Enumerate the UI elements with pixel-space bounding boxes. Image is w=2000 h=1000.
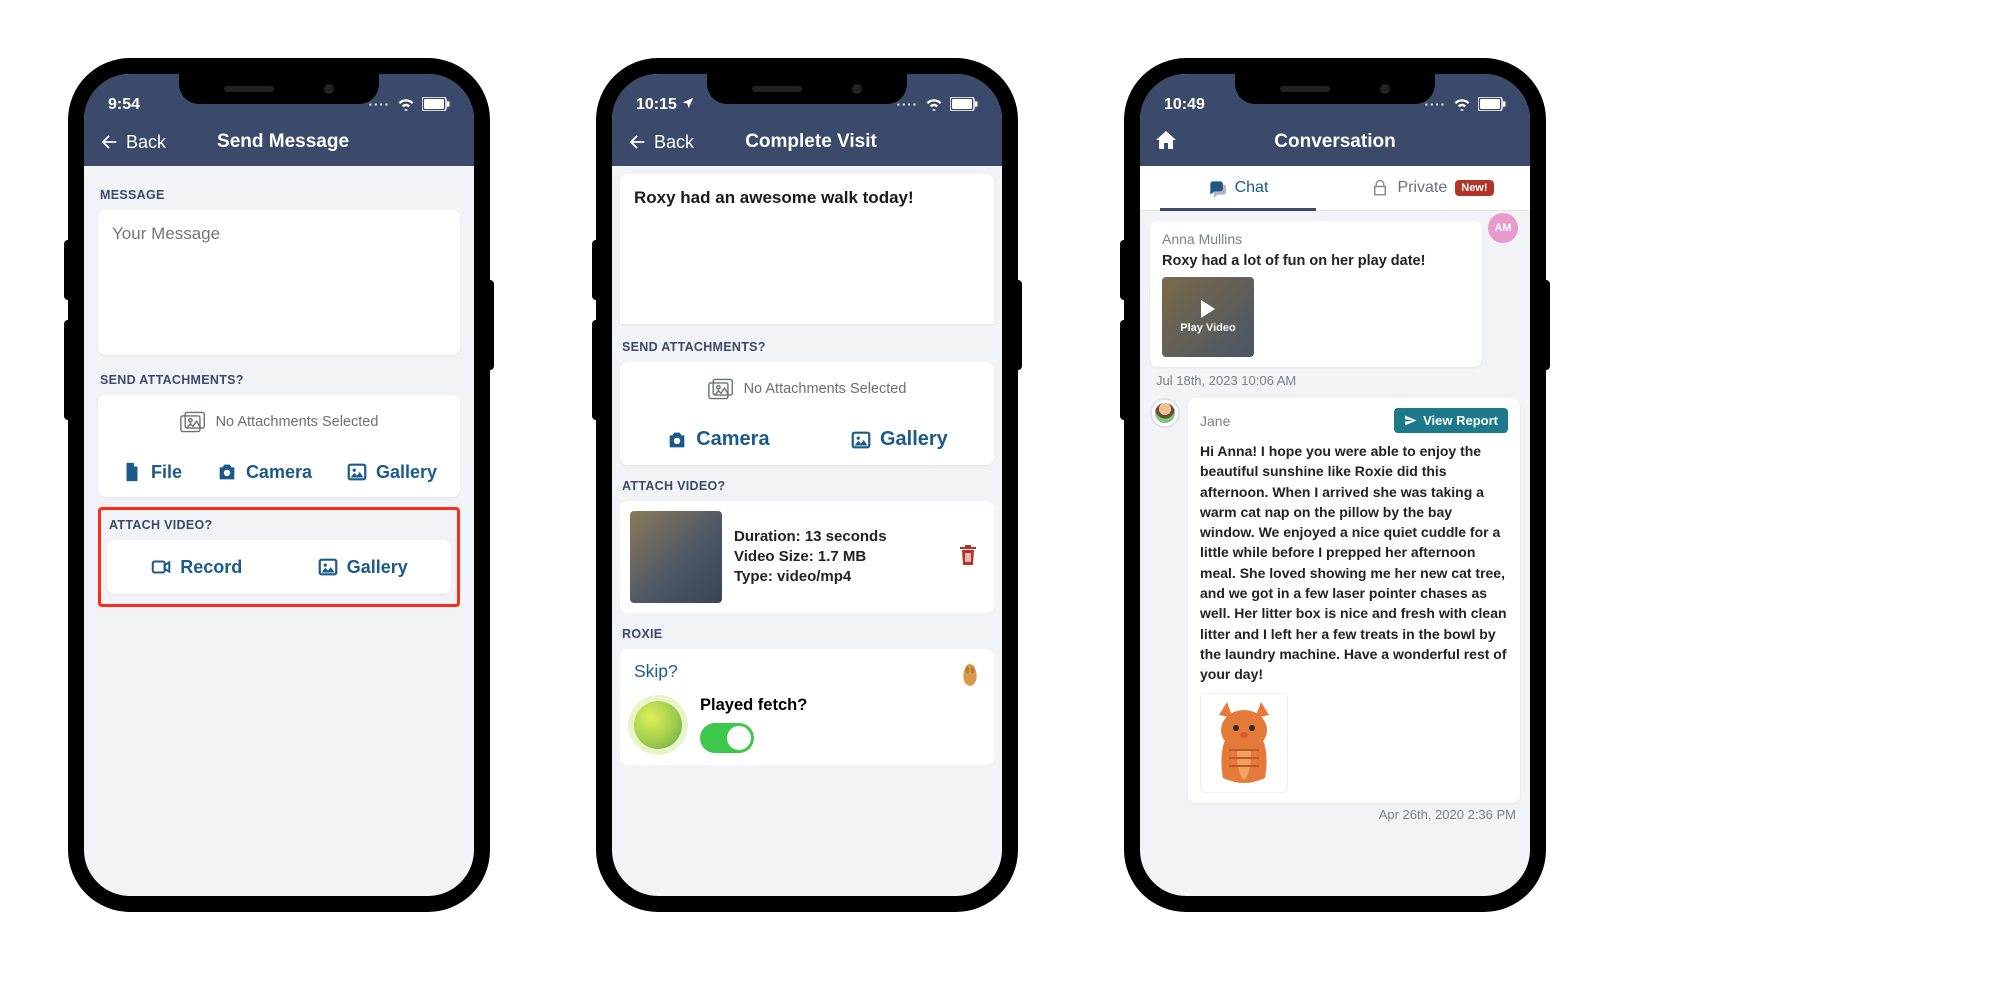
section-message-label: MESSAGE <box>100 188 460 202</box>
no-attachments-text: No Attachments Selected <box>216 414 379 430</box>
video-duration: Duration: 13 seconds <box>734 527 940 547</box>
play-video-button[interactable]: Play Video <box>1162 277 1254 357</box>
gallery-icon <box>317 556 339 578</box>
pet-checklist-card: Skip? Played fetch? <box>620 649 994 765</box>
file-icon <box>121 461 143 483</box>
record-button[interactable]: Record <box>150 556 242 578</box>
avatar-am[interactable]: AM <box>1488 213 1518 243</box>
status-icons: ···· <box>369 94 450 114</box>
pet-name-label: ROXIE <box>622 627 994 641</box>
no-attachments-row: No Attachments Selected <box>98 395 460 449</box>
wifi-icon <box>396 94 416 114</box>
home-button[interactable] <box>1154 128 1178 157</box>
camera-button[interactable]: Camera <box>216 461 312 483</box>
message-sender: Anna Mullins <box>1162 231 1470 247</box>
page-title: Complete Visit <box>634 131 988 153</box>
images-icon <box>180 411 206 433</box>
camera-icon <box>666 429 688 451</box>
message-image[interactable] <box>1200 693 1288 793</box>
lock-icon <box>1371 179 1389 197</box>
status-time: 9:54 <box>108 96 140 114</box>
avatar-jane[interactable] <box>1150 398 1180 428</box>
played-fetch-label: Played fetch? <box>700 696 980 715</box>
page-title: Conversation <box>1178 131 1492 153</box>
battery-icon <box>1478 97 1506 111</box>
gallery-icon <box>850 429 872 451</box>
play-icon <box>1201 300 1215 318</box>
video-type: Type: video/mp4 <box>734 567 940 587</box>
gallery-button[interactable]: Gallery <box>346 461 437 483</box>
wifi-icon <box>1452 94 1472 114</box>
new-badge: New! <box>1455 180 1493 196</box>
status-time: 10:49 <box>1164 96 1205 114</box>
view-report-button[interactable]: View Report <box>1394 408 1508 433</box>
video-size: Video Size: 1.7 MB <box>734 547 940 567</box>
message-timestamp: Jul 18th, 2023 10:06 AM <box>1156 373 1520 388</box>
message-timestamp: Apr 26th, 2020 2:36 PM <box>1150 807 1520 822</box>
tabs: Chat Private New! <box>1140 166 1530 211</box>
tab-chat[interactable]: Chat <box>1140 166 1335 210</box>
chat-icon <box>1207 178 1227 198</box>
message-bubble-1: Anna Mullins Roxy had a lot of fun on he… <box>1150 221 1482 367</box>
send-icon <box>1404 414 1417 427</box>
wifi-icon <box>924 94 944 114</box>
camera-icon <box>216 461 238 483</box>
file-button[interactable]: File <box>121 461 182 483</box>
status-icons: ···· <box>1425 94 1506 114</box>
video-thumbnail[interactable] <box>630 511 722 603</box>
camera-button[interactable]: Camera <box>666 428 769 451</box>
home-icon <box>1154 128 1178 152</box>
gallery-button[interactable]: Gallery <box>850 428 948 451</box>
section-attachments-label: SEND ATTACHMENTS? <box>100 373 460 387</box>
gallery-icon <box>346 461 368 483</box>
tennis-ball-icon <box>634 701 682 749</box>
delete-video-button[interactable] <box>952 538 984 577</box>
skip-question[interactable]: Skip? <box>634 661 678 681</box>
video-gallery-button[interactable]: Gallery <box>317 556 408 578</box>
page-title: Send Message <box>106 131 460 153</box>
section-attachments-label: SEND ATTACHMENTS? <box>622 340 994 354</box>
message-sender: Jane <box>1200 413 1230 429</box>
navbar: Back Complete Visit <box>612 118 1002 166</box>
message-body: Hi Anna! I hope you were able to enjoy t… <box>1200 441 1508 685</box>
no-attachments-row: No Attachments Selected <box>620 362 994 416</box>
location-icon <box>681 96 695 110</box>
no-attachments-text: No Attachments Selected <box>744 381 907 397</box>
battery-icon <box>422 97 450 111</box>
video-attachment-row: Duration: 13 seconds Video Size: 1.7 MB … <box>620 501 994 613</box>
video-icon <box>150 556 172 578</box>
phone-complete-visit: 10:15 ···· Back Complete Visit Roxy had … <box>598 60 1016 910</box>
section-video-label: ATTACH VIDEO? <box>622 479 994 493</box>
cat-icon <box>1209 700 1279 785</box>
battery-icon <box>950 97 978 111</box>
dog-icon <box>960 661 980 689</box>
phone-conversation: 10:49 ···· Conversation Chat Private New… <box>1126 60 1544 910</box>
highlight-box: ATTACH VIDEO? Record Gallery <box>98 507 460 607</box>
tab-private[interactable]: Private New! <box>1335 166 1530 210</box>
phone-send-message: 9:54 ···· Back Send Message MESSAGE SEND… <box>70 60 488 910</box>
navbar: Conversation <box>1140 118 1530 166</box>
message-bubble-2: Jane View Report Hi Anna! I hope you wer… <box>1188 398 1520 803</box>
section-video-label: ATTACH VIDEO? <box>109 518 451 532</box>
images-icon <box>708 378 734 400</box>
status-time: 10:15 <box>636 96 695 114</box>
message-body: Roxy had a lot of fun on her play date! <box>1162 253 1470 269</box>
message-input[interactable] <box>98 210 460 350</box>
played-fetch-toggle[interactable] <box>700 723 754 753</box>
status-icons: ···· <box>897 94 978 114</box>
trash-icon <box>956 542 980 568</box>
visit-message-text[interactable]: Roxy had an awesome walk today! <box>620 174 994 324</box>
navbar: Back Send Message <box>84 118 474 166</box>
